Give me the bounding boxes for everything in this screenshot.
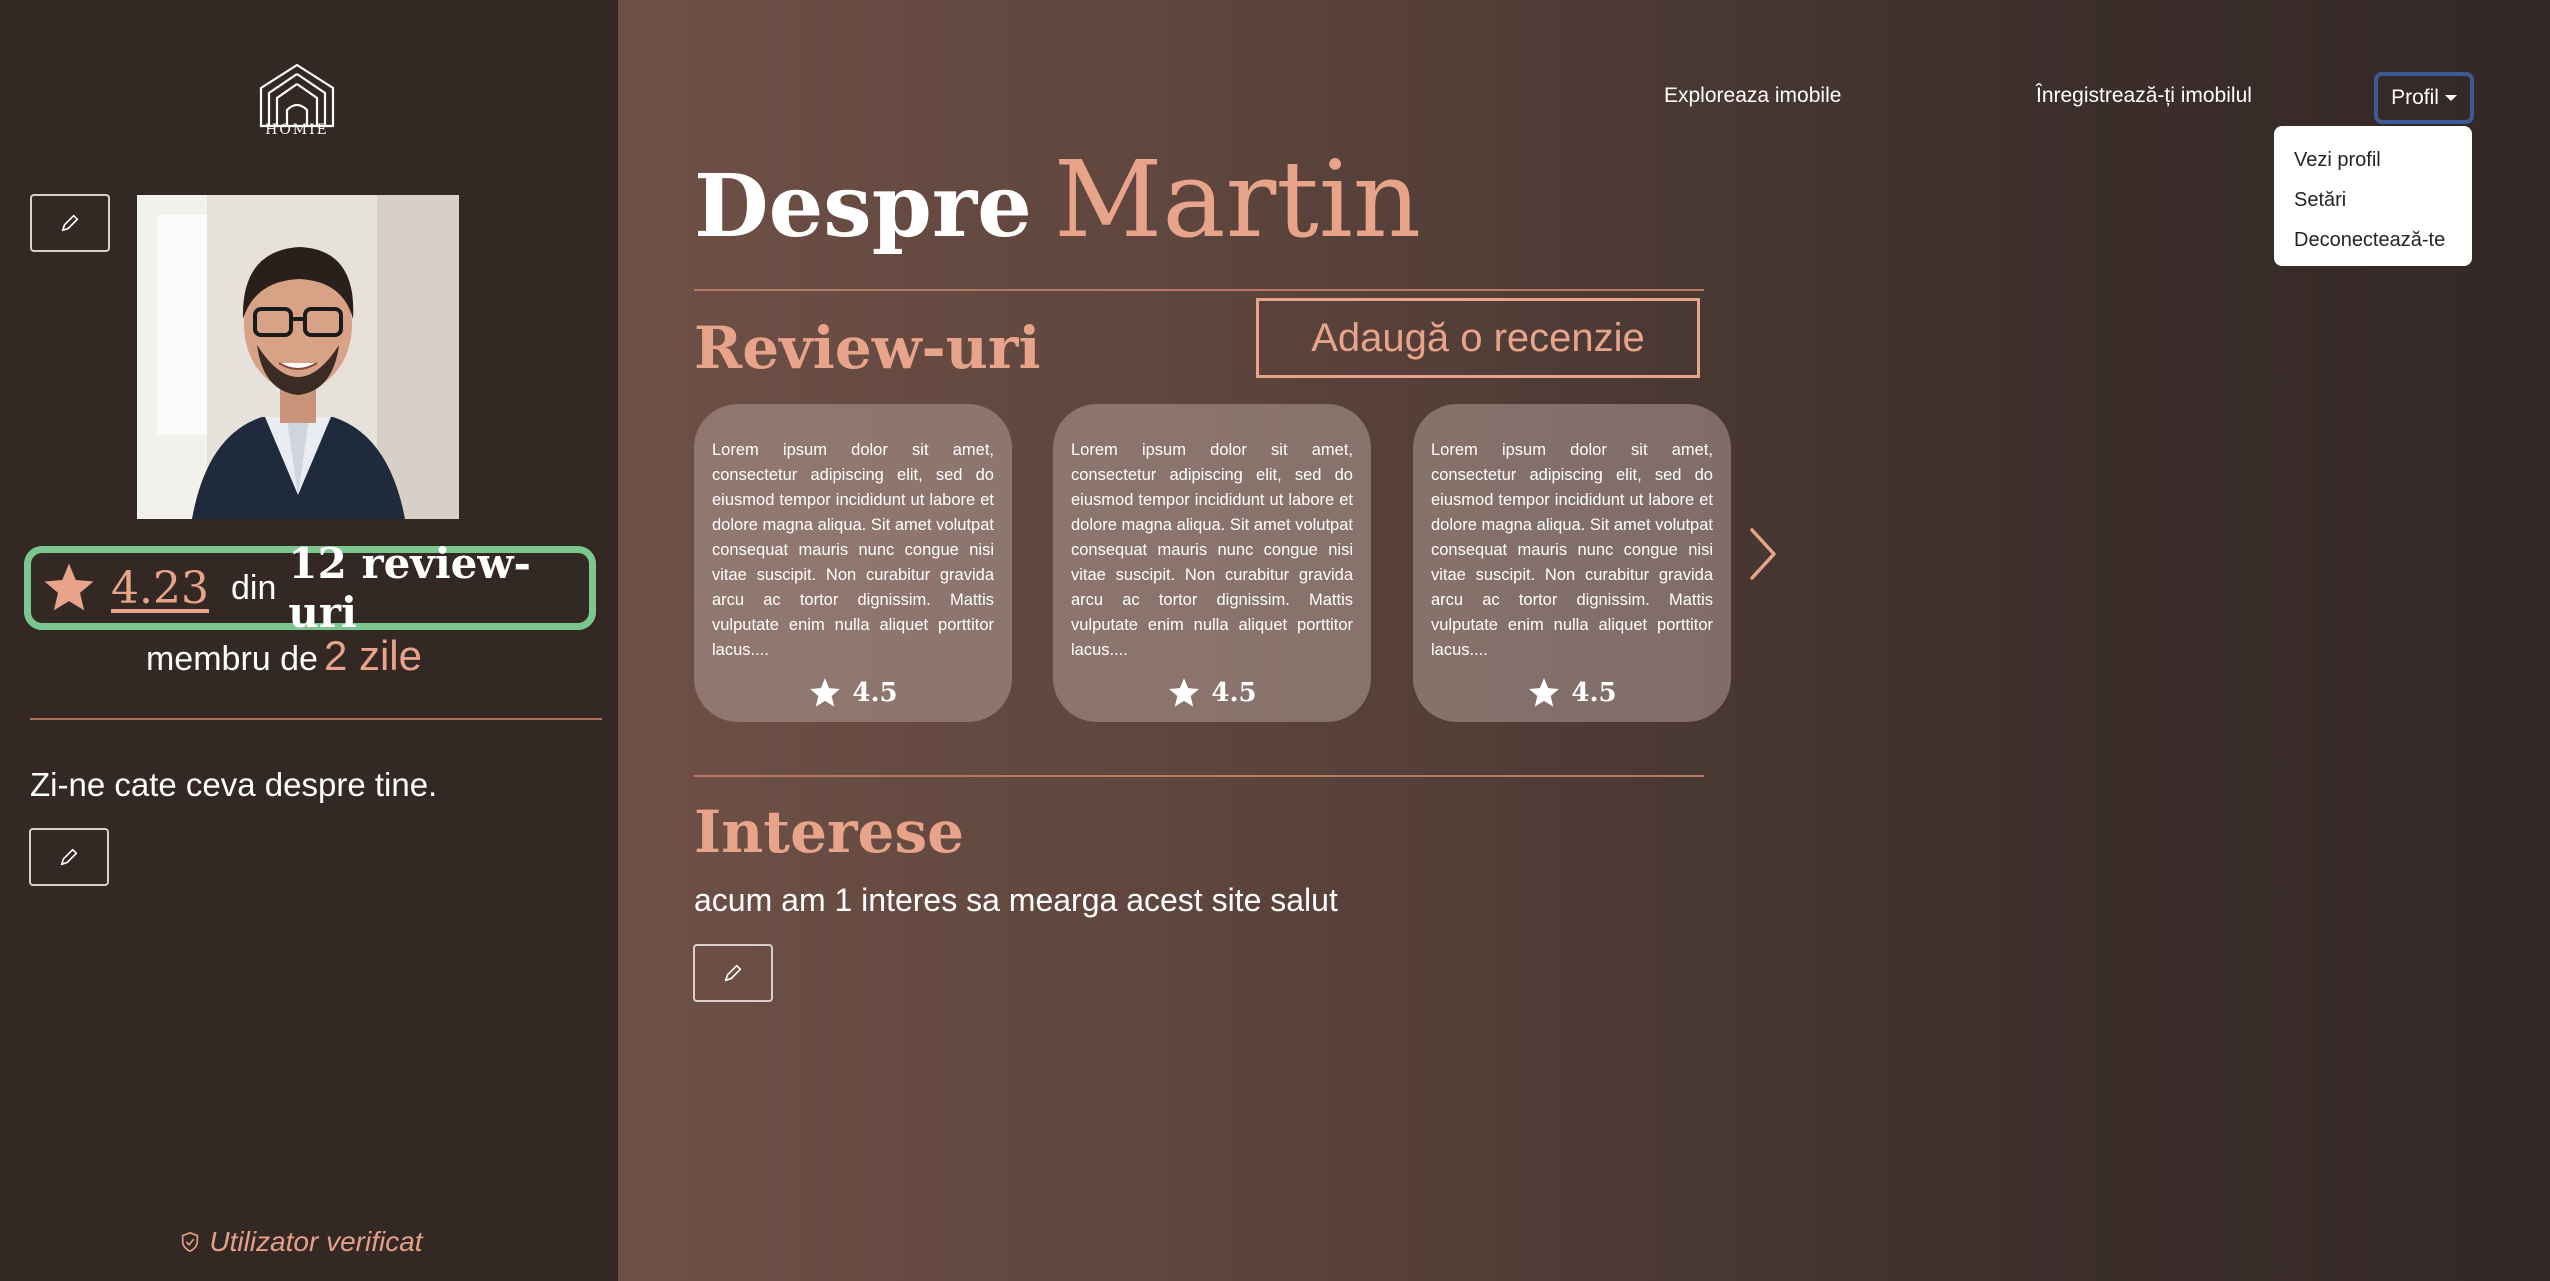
review-card[interactable]: Lorem ipsum dolor sit amet, consectetur …	[1413, 404, 1731, 722]
review-card[interactable]: Lorem ipsum dolor sit amet, consectetur …	[1053, 404, 1371, 722]
chevron-right-icon[interactable]	[1748, 526, 1778, 582]
profile-button-label: Profil	[2391, 86, 2439, 109]
menu-item-settings[interactable]: Setări	[2274, 180, 2472, 220]
verified-user-badge: Utilizator verificat	[0, 1226, 602, 1258]
review-card[interactable]: Lorem ipsum dolor sit amet, consectetur …	[694, 404, 1012, 722]
review-text: Lorem ipsum dolor sit amet, consectetur …	[1431, 441, 1713, 656]
section-divider	[694, 289, 1704, 291]
average-rating[interactable]: 4.23	[111, 563, 209, 614]
menu-item-logout[interactable]: Deconectează-te	[2274, 220, 2472, 260]
house-logo-icon	[259, 63, 335, 128]
edit-interests-button[interactable]	[693, 944, 773, 1002]
review-rating-value: 4.5	[1571, 678, 1617, 708]
edit-about-button[interactable]	[29, 828, 109, 886]
review-rating: 4.5	[1413, 676, 1731, 710]
pencil-icon	[60, 848, 78, 866]
reviews-carousel: Lorem ipsum dolor sit amet, consectetur …	[694, 404, 1774, 722]
member-days: 2 zile	[323, 632, 423, 679]
member-prefix: membru de	[145, 640, 318, 678]
sidebar-divider	[30, 718, 602, 720]
add-review-button[interactable]: Adaugă o recenzie	[1256, 298, 1700, 378]
main-content: Exploreaza imobile Înregistrează-ți imob…	[618, 0, 2550, 1281]
interests-title: Interese	[694, 798, 965, 866]
nav-register-property-link[interactable]: Înregistrează-ți imobilul	[2036, 84, 2252, 108]
review-rating: 4.5	[1053, 676, 1371, 710]
profile-dropdown-menu: Vezi profil Setări Deconectează-te	[2274, 126, 2472, 266]
section-divider	[694, 775, 1704, 777]
title-prefix: Despre	[694, 156, 1032, 257]
caret-down-icon	[2444, 95, 2457, 101]
sidebar: HOMIE 4.23 din 12 review-uri membru de 2…	[0, 0, 618, 1281]
rating-summary: 4.23 din 12 review-uri	[24, 539, 596, 637]
pencil-icon	[61, 214, 79, 232]
verified-label: Utilizator verificat	[209, 1226, 423, 1257]
nav-explore-link[interactable]: Exploreaza imobile	[1664, 84, 1841, 108]
menu-item-view-profile[interactable]: Vezi profil	[2274, 140, 2472, 180]
review-text: Lorem ipsum dolor sit amet, consectetur …	[712, 441, 994, 656]
review-rating: 4.5	[694, 676, 1012, 710]
edit-photo-button[interactable]	[30, 194, 110, 252]
member-since: membru de 2 zile	[0, 632, 568, 680]
star-icon	[810, 678, 841, 707]
reviews-title: Review-uri	[694, 314, 1041, 382]
star-icon	[44, 563, 94, 611]
review-count: 12 review-uri	[288, 539, 531, 637]
rating-din-label: din	[231, 568, 277, 607]
review-text: Lorem ipsum dolor sit amet, consectetur …	[1071, 441, 1353, 656]
review-rating-value: 4.5	[1211, 678, 1257, 708]
interests-text: acum am 1 interes sa mearga acest site s…	[694, 882, 1338, 918]
homie-logo[interactable]: HOMIE	[258, 62, 336, 142]
profile-photo	[137, 195, 459, 519]
logo-text: HOMIE	[265, 122, 329, 138]
about-text: Zi-ne cate ceva despre tine.	[30, 766, 438, 803]
shield-check-icon	[182, 1231, 199, 1253]
profile-photo-illustration	[137, 195, 459, 519]
profile-dropdown-button[interactable]: Profil	[2374, 72, 2474, 124]
page-title: Despre Martin	[694, 138, 1421, 261]
star-icon	[1529, 678, 1560, 707]
title-name: Martin	[1053, 138, 1422, 261]
review-rating-value: 4.5	[852, 678, 898, 708]
pencil-icon	[724, 964, 742, 982]
star-icon	[1169, 678, 1200, 707]
